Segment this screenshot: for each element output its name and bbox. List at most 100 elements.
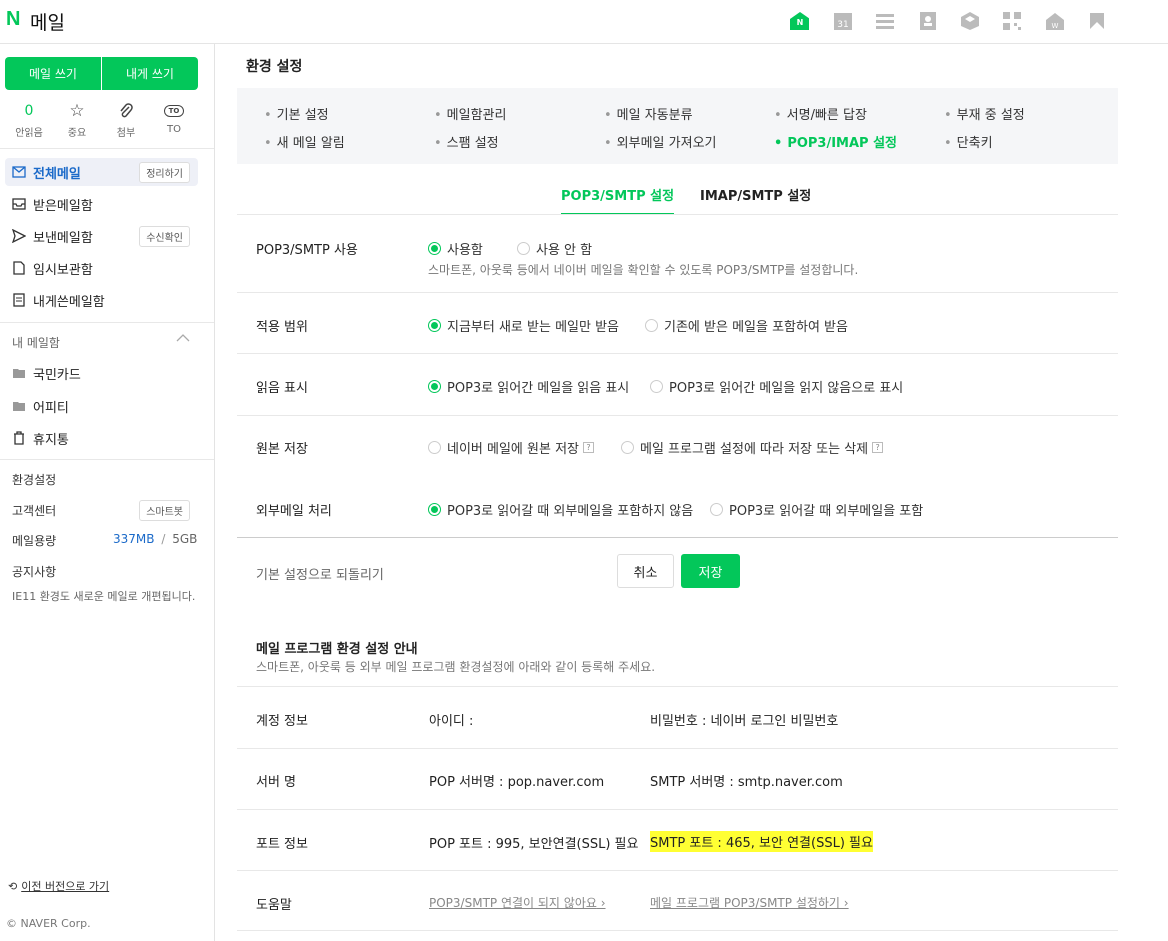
menu-mailbox[interactable]: • 메일함관리 bbox=[434, 104, 506, 123]
top-bar: N 메일 N 31 W bbox=[0, 0, 1168, 44]
divider bbox=[237, 537, 1118, 538]
radio-include-external[interactable]: POP3로 읽어갈 때 외부메일을 포함 bbox=[710, 500, 923, 519]
folder-item[interactable]: 어피티 bbox=[5, 392, 198, 420]
support-link[interactable]: 고객센터 bbox=[12, 502, 56, 519]
list-icon[interactable] bbox=[875, 11, 895, 31]
app-title[interactable]: 메일 bbox=[30, 8, 65, 35]
notice-title[interactable]: 공지사항 bbox=[12, 563, 56, 580]
quick-label: 첨부 bbox=[116, 128, 136, 139]
menu-signature[interactable]: • 서명/빠른 답장 bbox=[774, 104, 867, 123]
trash-item[interactable]: 휴지통 bbox=[5, 424, 198, 452]
menu-absence[interactable]: • 부재 중 설정 bbox=[944, 104, 1025, 123]
page-title: 환경 설정 bbox=[246, 59, 303, 75]
smartbot-button[interactable]: 스마트봇 bbox=[139, 500, 190, 521]
row-label: 외부메일 처리 bbox=[256, 504, 332, 519]
nav-label: 전체메일 bbox=[33, 166, 81, 182]
radio-exclude-external[interactable]: POP3로 읽어갈 때 외부메일을 포함하지 않음 bbox=[428, 500, 693, 519]
folder-item[interactable]: 국민카드 bbox=[5, 359, 198, 387]
menu-shortcuts[interactable]: • 단축키 bbox=[944, 132, 993, 151]
unread-count: 0 bbox=[24, 103, 34, 119]
radio-read-mark[interactable]: POP3로 읽어간 메일을 읽음 표시 bbox=[428, 377, 629, 396]
guide-title: 메일 프로그램 환경 설정 안내 bbox=[256, 642, 418, 657]
radio-pop3-off[interactable]: 사용 안 함 bbox=[517, 239, 592, 258]
folder-icon bbox=[12, 366, 26, 380]
menu-new-mail-alert[interactable]: • 새 메일 알림 bbox=[264, 132, 345, 151]
save-button[interactable]: 저장 bbox=[681, 554, 740, 588]
storage-usage: 337MB / 5GB bbox=[113, 532, 198, 546]
nav-sent[interactable]: 보낸메일함 수신확인 bbox=[5, 222, 198, 250]
quick-label: 중요 bbox=[67, 128, 87, 139]
cancel-button[interactable]: 취소 bbox=[617, 554, 674, 588]
contact-icon[interactable] bbox=[918, 11, 938, 31]
nav-drafts[interactable]: 임시보관함 bbox=[5, 254, 198, 282]
pop-port: POP 포트 : 995, 보안연결(SSL) 필요 bbox=[429, 837, 639, 852]
read-receipt-button[interactable]: 수신확인 bbox=[139, 225, 190, 247]
help-icon[interactable]: ? bbox=[583, 442, 594, 453]
help-icon[interactable]: ? bbox=[872, 442, 884, 453]
naver-logo[interactable]: N bbox=[6, 8, 20, 31]
row-description: 스마트폰, 아웃룩 등에서 네이버 메일을 확인할 수 있도록 POP3/SMT… bbox=[428, 263, 859, 277]
prev-version-link[interactable]: ⟲ 이전 버전으로 가기 bbox=[8, 878, 109, 894]
envelope-icon bbox=[12, 165, 26, 179]
notice-text[interactable]: IE11 환경도 새로운 메일로 개편됩니다. bbox=[12, 588, 195, 604]
calendar-icon[interactable]: 31 bbox=[833, 11, 853, 31]
menu-spam[interactable]: • 스팸 설정 bbox=[434, 132, 499, 151]
nav-inbox[interactable]: 받은메일함 bbox=[5, 190, 198, 218]
nav-all-mail[interactable]: 전체메일 정리하기 bbox=[5, 158, 198, 186]
settings-menu: • 기본 설정 • 메일함관리 • 메일 자동분류 • 서명/빠른 답장 • 부재 중 설… bbox=[237, 88, 1118, 164]
write-to-self-button[interactable]: 내게 쓰기 bbox=[102, 57, 198, 90]
bookmark-icon[interactable] bbox=[1087, 11, 1107, 31]
nav-label: 내게쓴메일함 bbox=[33, 294, 105, 310]
radio-scope-all[interactable]: 기존에 받은 메일을 포함하여 받음 bbox=[645, 316, 848, 335]
mail-open-icon[interactable]: N bbox=[789, 11, 809, 31]
trash-icon bbox=[12, 431, 26, 445]
divider bbox=[237, 686, 1118, 687]
write-mail-button[interactable]: 메일 쓰기 bbox=[5, 57, 101, 90]
radio-program-setting[interactable]: 메일 프로그램 설정에 따라 저장 또는 삭제? bbox=[621, 438, 884, 457]
folder-label: 국민카드 bbox=[33, 367, 81, 383]
folder-icon bbox=[12, 399, 26, 413]
cube-icon[interactable] bbox=[960, 11, 980, 31]
row-label: POP3/SMTP 사용 bbox=[256, 243, 358, 258]
menu-auto-sort[interactable]: • 메일 자동분류 bbox=[604, 104, 693, 123]
my-mailbox-title: 내 메일함 bbox=[12, 336, 60, 350]
radio-scope-new[interactable]: 지금부터 새로 받는 메일만 받음 bbox=[428, 316, 619, 335]
divider bbox=[237, 292, 1118, 293]
menu-basic[interactable]: • 기본 설정 bbox=[264, 104, 329, 123]
refresh-icon: ⟲ bbox=[8, 879, 18, 893]
radio-keep-original[interactable]: 네이버 메일에 원본 저장? bbox=[428, 438, 594, 457]
smtp-port: SMTP 포트 : 465, 보안 연결(SSL) 필요 bbox=[650, 831, 873, 852]
organize-button[interactable]: 정리하기 bbox=[139, 161, 190, 183]
divider bbox=[237, 214, 1118, 215]
copyright: © NAVER Corp. bbox=[6, 917, 91, 930]
quick-important[interactable]: ☆ 중요 bbox=[53, 101, 101, 139]
to-icon: TO bbox=[150, 102, 198, 120]
tab-pop3-smtp[interactable]: POP3/SMTP 설정 bbox=[561, 185, 675, 215]
svg-text:31: 31 bbox=[837, 20, 848, 30]
nav-self-mail[interactable]: 내게쓴메일함 bbox=[5, 286, 198, 314]
home-icon[interactable]: W bbox=[1045, 11, 1065, 31]
storage-label: 메일용량 bbox=[12, 534, 57, 548]
divider bbox=[0, 459, 214, 460]
quick-unread[interactable]: 0 안읽음 bbox=[5, 102, 53, 139]
star-icon: ☆ bbox=[69, 101, 85, 121]
help-link-setup[interactable]: 메일 프로그램 POP3/SMTP 설정하기 › bbox=[650, 894, 849, 911]
menu-pop3-imap[interactable]: • POP3/IMAP 설정 bbox=[774, 132, 897, 151]
send-icon bbox=[12, 229, 26, 243]
chevron-up-icon[interactable] bbox=[176, 332, 190, 347]
help-link-connection[interactable]: POP3/SMTP 연결이 되지 않아요 › bbox=[429, 894, 606, 911]
inbox-icon bbox=[12, 197, 26, 211]
account-password: 비밀번호 : 네이버 로그인 비밀번호 bbox=[650, 714, 839, 729]
tab-imap-smtp[interactable]: IMAP/SMTP 설정 bbox=[700, 185, 811, 215]
radio-unread-mark[interactable]: POP3로 읽어간 메일을 읽지 않음으로 표시 bbox=[650, 377, 903, 396]
folder-label: 어피티 bbox=[33, 400, 69, 416]
row-label: 읽음 표시 bbox=[256, 381, 308, 396]
qr-icon[interactable] bbox=[1002, 11, 1022, 31]
radio-pop3-on[interactable]: 사용함 bbox=[428, 239, 483, 258]
settings-link[interactable]: 환경설정 bbox=[12, 471, 56, 488]
reset-defaults-link[interactable]: 기본 설정으로 되돌리기 bbox=[256, 564, 384, 583]
quick-attachment[interactable]: 첨부 bbox=[102, 102, 150, 139]
menu-external-mail[interactable]: • 외부메일 가져오기 bbox=[604, 132, 716, 151]
nav-label: 보낸메일함 bbox=[33, 230, 93, 246]
quick-to[interactable]: TO TO bbox=[150, 102, 198, 135]
